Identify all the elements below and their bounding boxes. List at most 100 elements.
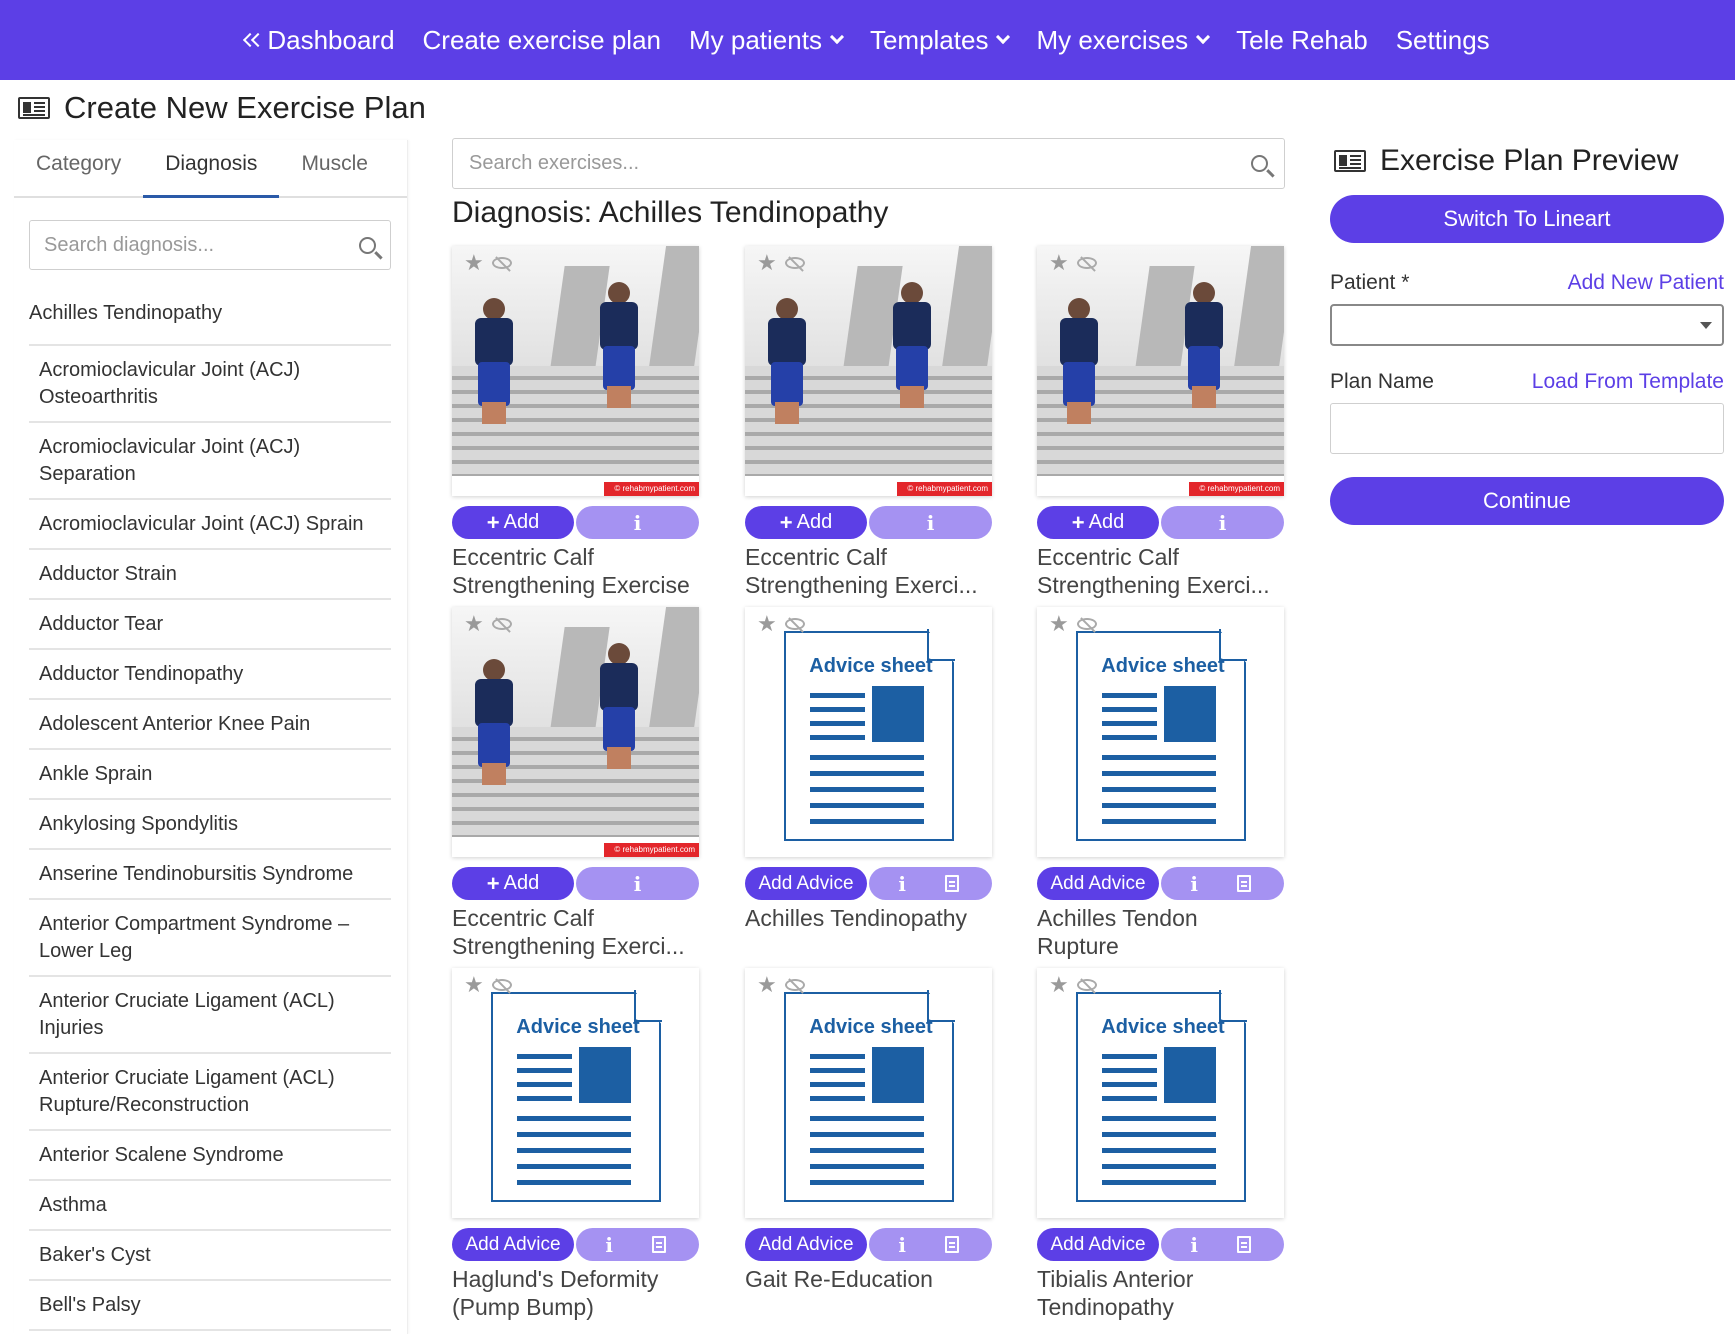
eye-slash-icon[interactable] bbox=[784, 257, 805, 269]
info-button[interactable]: i bbox=[869, 506, 992, 539]
info-icon[interactable]: i bbox=[1190, 1233, 1198, 1257]
eye-slash-icon[interactable] bbox=[1076, 618, 1097, 630]
doc-box bbox=[872, 686, 924, 742]
doc-line bbox=[810, 787, 924, 792]
exercise-image[interactable]: © rehabmypatient.com ★ bbox=[1037, 246, 1284, 496]
info-button[interactable]: i bbox=[576, 867, 699, 900]
exercise-image[interactable]: © rehabmypatient.com ★ bbox=[452, 246, 699, 496]
exercise-image[interactable]: © rehabmypatient.com ★ bbox=[745, 246, 992, 496]
switch-lineart-button[interactable]: Switch To Lineart bbox=[1330, 195, 1724, 243]
exercise-image[interactable]: © rehabmypatient.com ★ bbox=[452, 607, 699, 857]
diagnosis-item[interactable]: Anterior Cruciate Ligament (ACL) Injurie… bbox=[29, 977, 391, 1054]
diagnosis-item[interactable]: Asthma bbox=[29, 1181, 391, 1231]
exercise-search-input[interactable]: Search exercises... bbox=[452, 138, 1285, 189]
info-icon[interactable]: i bbox=[605, 1233, 613, 1257]
star-icon[interactable]: ★ bbox=[1049, 252, 1069, 274]
info-icon[interactable]: i bbox=[898, 1233, 906, 1257]
add-advice-button[interactable]: Add Advice bbox=[1037, 1228, 1159, 1261]
diagnosis-item[interactable]: Anterior Scalene Syndrome bbox=[29, 1131, 391, 1181]
add-exercise-button[interactable]: + Add bbox=[452, 867, 574, 900]
eye-slash-icon[interactable] bbox=[491, 618, 512, 630]
star-icon[interactable]: ★ bbox=[757, 974, 777, 996]
plan-name-input[interactable] bbox=[1330, 403, 1724, 454]
eye-slash-icon[interactable] bbox=[491, 979, 512, 991]
diagnosis-panel: Category Diagnosis Muscle Search diagnos… bbox=[14, 140, 408, 1334]
star-icon[interactable]: ★ bbox=[757, 252, 777, 274]
diagnosis-item[interactable]: Ankle Sprain bbox=[29, 750, 391, 800]
add-new-patient-link[interactable]: Add New Patient bbox=[1568, 271, 1724, 295]
advice-sheet-image[interactable]: Advice sheet ★ bbox=[452, 968, 699, 1218]
star-icon[interactable]: ★ bbox=[464, 252, 484, 274]
doc-line bbox=[1102, 787, 1216, 792]
tab-category[interactable]: Category bbox=[14, 140, 143, 198]
diagnosis-item[interactable]: Acromioclavicular Joint (ACJ) Sprain bbox=[29, 500, 391, 550]
add-advice-button[interactable]: Add Advice bbox=[745, 867, 867, 900]
nav-create-plan[interactable]: Create exercise plan bbox=[423, 25, 661, 56]
patient-select[interactable] bbox=[1330, 304, 1724, 346]
advice-sheet-image[interactable]: Advice sheet ★ bbox=[1037, 968, 1284, 1218]
add-advice-button[interactable]: Add Advice bbox=[452, 1228, 574, 1261]
diagnosis-item[interactable]: Anterior Compartment Syndrome – Lower Le… bbox=[29, 900, 391, 977]
search-icon[interactable] bbox=[1251, 155, 1268, 172]
pdf-icon[interactable] bbox=[944, 1236, 959, 1253]
advice-sheet-image[interactable]: Advice sheet ★ bbox=[745, 607, 992, 857]
diagnosis-item[interactable]: Bell's Palsy bbox=[29, 1281, 391, 1331]
add-label: Add bbox=[1088, 511, 1125, 533]
info-icon[interactable]: i bbox=[898, 872, 906, 896]
add-exercise-button[interactable]: + Add bbox=[745, 506, 867, 539]
add-advice-button[interactable]: Add Advice bbox=[1037, 867, 1159, 900]
star-icon[interactable]: ★ bbox=[1049, 613, 1069, 635]
chevron-down-icon bbox=[1196, 29, 1211, 45]
diagnosis-item[interactable]: Acromioclavicular Joint (ACJ) Osteoarthr… bbox=[29, 346, 391, 423]
info-icon[interactable]: i bbox=[1190, 872, 1198, 896]
pdf-icon[interactable] bbox=[651, 1236, 666, 1253]
nav-settings[interactable]: Settings bbox=[1396, 25, 1490, 56]
diagnosis-item[interactable]: Ankylosing Spondylitis bbox=[29, 800, 391, 850]
diagnosis-item[interactable]: Baker's Cyst bbox=[29, 1231, 391, 1281]
star-icon[interactable]: ★ bbox=[757, 613, 777, 635]
pdf-icon[interactable] bbox=[1236, 875, 1251, 892]
watermark: © rehabmypatient.com bbox=[604, 482, 699, 496]
advice-sheet-image[interactable]: Advice sheet ★ bbox=[1037, 607, 1284, 857]
star-icon[interactable]: ★ bbox=[464, 613, 484, 635]
nav-tele-rehab[interactable]: Tele Rehab bbox=[1236, 25, 1368, 56]
tab-diagnosis[interactable]: Diagnosis bbox=[143, 140, 280, 198]
plan-name-label: Plan Name bbox=[1330, 370, 1434, 393]
add-exercise-button[interactable]: + Add bbox=[452, 506, 574, 539]
load-from-template-link[interactable]: Load From Template bbox=[1532, 370, 1724, 394]
add-exercise-button[interactable]: + Add bbox=[1037, 506, 1159, 539]
eye-slash-icon[interactable] bbox=[491, 257, 512, 269]
diagnosis-item[interactable]: Adductor Tendinopathy bbox=[29, 650, 391, 700]
info-button[interactable]: i bbox=[1161, 506, 1284, 539]
eye-slash-icon[interactable] bbox=[784, 618, 805, 630]
diagnosis-item[interactable]: Adolescent Anterior Knee Pain bbox=[29, 700, 391, 750]
nav-my-patients[interactable]: My patients bbox=[689, 25, 845, 56]
pdf-icon[interactable] bbox=[1236, 1236, 1251, 1253]
tab-muscle[interactable]: Muscle bbox=[279, 140, 390, 198]
eye-slash-icon[interactable] bbox=[1076, 257, 1097, 269]
advice-actions: i bbox=[869, 867, 992, 900]
chevron-down-icon bbox=[996, 29, 1011, 45]
diagnosis-item[interactable]: Acromioclavicular Joint (ACJ) Separation bbox=[29, 423, 391, 500]
pdf-icon[interactable] bbox=[944, 875, 959, 892]
info-button[interactable]: i bbox=[576, 506, 699, 539]
diagnosis-item[interactable]: Anserine Tendinobursitis Syndrome bbox=[29, 850, 391, 900]
nav-dashboard[interactable]: Dashboard bbox=[243, 25, 395, 56]
eye-slash-icon[interactable] bbox=[1076, 979, 1097, 991]
advice-sheet-image[interactable]: Advice sheet ★ bbox=[745, 968, 992, 1218]
exercise-card: © rehabmypatient.com ★ + Add i Eccentric Calf… bbox=[1037, 246, 1284, 598]
diagnosis-selected[interactable]: Achilles Tendinopathy bbox=[29, 282, 391, 346]
continue-button[interactable]: Continue bbox=[1330, 477, 1724, 525]
nav-my-exercises[interactable]: My exercises bbox=[1036, 25, 1211, 56]
eye-slash-icon[interactable] bbox=[784, 979, 805, 991]
add-advice-button[interactable]: Add Advice bbox=[745, 1228, 867, 1261]
star-icon[interactable]: ★ bbox=[1049, 974, 1069, 996]
exercise-card: © rehabmypatient.com ★ + Add i Eccentric Calf… bbox=[745, 246, 992, 598]
diagnosis-item[interactable]: Anterior Cruciate Ligament (ACL) Rupture… bbox=[29, 1054, 391, 1131]
diagnosis-search-input[interactable]: Search diagnosis... bbox=[29, 220, 391, 270]
nav-templates[interactable]: Templates bbox=[870, 25, 1011, 56]
search-icon[interactable] bbox=[359, 236, 376, 254]
diagnosis-item[interactable]: Adductor Strain bbox=[29, 550, 391, 600]
star-icon[interactable]: ★ bbox=[464, 974, 484, 996]
diagnosis-item[interactable]: Adductor Tear bbox=[29, 600, 391, 650]
